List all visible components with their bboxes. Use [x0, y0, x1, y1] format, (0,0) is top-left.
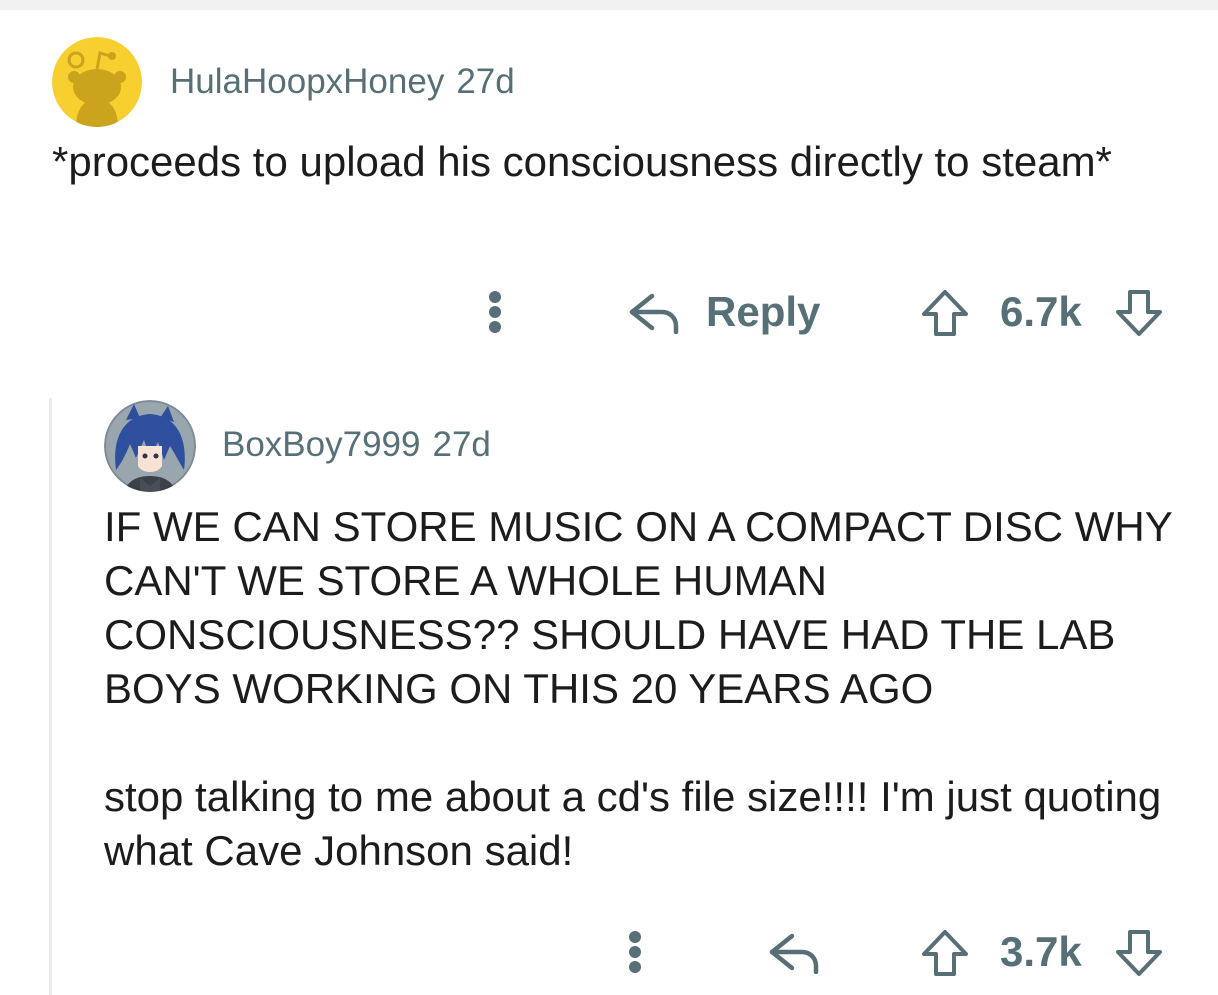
comment-meta: HulaHoopxHoney 27d — [170, 60, 515, 104]
avatar[interactable] — [52, 37, 142, 127]
more-options-button[interactable] — [480, 282, 510, 342]
reply-arrow-icon — [629, 293, 679, 334]
comment-paragraph: stop talking to me about a cd's file siz… — [104, 773, 1162, 874]
upvote-arrow-icon[interactable] — [920, 928, 970, 978]
comment-body: IF WE CAN STORE MUSIC ON A COMPACT DISC … — [104, 500, 1184, 878]
more-options-button[interactable] — [620, 922, 650, 982]
avatar[interactable] — [104, 400, 196, 492]
vote-score: 6.7k — [1000, 288, 1082, 335]
anime-character-avatar-icon — [104, 400, 196, 492]
reply-button[interactable]: Reply — [628, 282, 828, 342]
comment-age: 27d — [456, 62, 515, 101]
top-divider — [0, 0, 1218, 10]
username-link[interactable]: HulaHoopxHoney — [170, 62, 444, 101]
comment-actions: Reply 6.7k — [0, 282, 1218, 342]
username-link[interactable]: BoxBoy7999 — [222, 425, 420, 464]
reply-button[interactable] — [768, 922, 828, 982]
comment-age: 27d — [432, 425, 491, 464]
reply-label: Reply — [706, 288, 821, 335]
downvote-arrow-icon[interactable] — [1114, 288, 1164, 338]
downvote-arrow-icon[interactable] — [1114, 928, 1164, 978]
comment-body: *proceeds to upload his consciousness di… — [52, 138, 1112, 185]
vote-controls: 3.7k — [920, 922, 1170, 982]
comment-actions: 3.7k — [0, 922, 1218, 982]
thread-line[interactable] — [49, 398, 52, 995]
comment-meta: BoxBoy7999 27d — [222, 423, 491, 467]
vote-score: 3.7k — [1000, 928, 1082, 975]
snoo-avatar-icon — [52, 37, 142, 127]
vote-controls: 6.7k — [920, 282, 1170, 342]
reply-arrow-icon — [769, 933, 819, 974]
comment-paragraph: IF WE CAN STORE MUSIC ON A COMPACT DISC … — [104, 503, 1173, 712]
upvote-arrow-icon[interactable] — [920, 288, 970, 338]
